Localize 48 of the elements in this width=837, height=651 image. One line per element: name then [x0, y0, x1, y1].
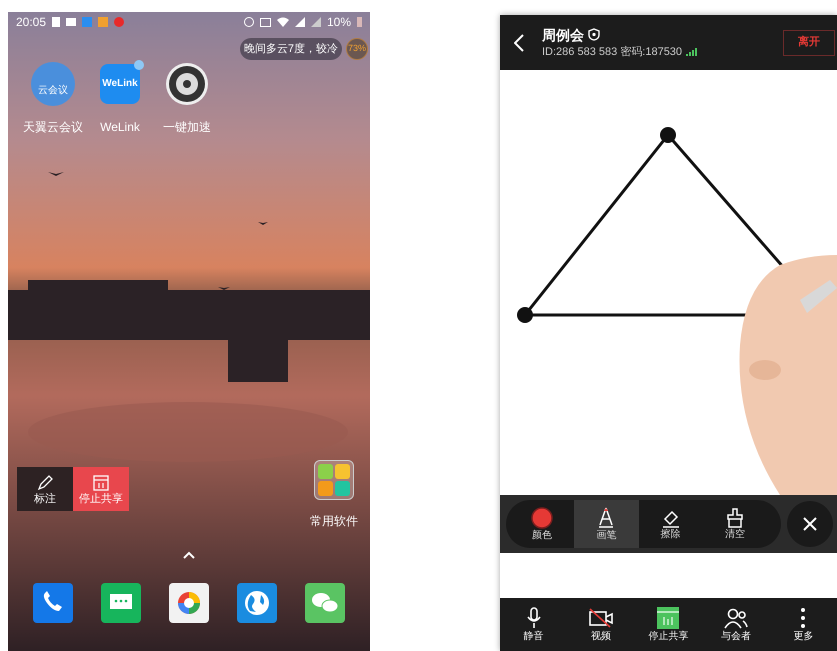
leave-button[interactable]: 离开 — [783, 30, 835, 56]
folder-label[interactable]: 常用软件 — [310, 512, 358, 530]
tool-button[interactable]: 颜色 — [510, 500, 574, 548]
share-screen-icon[interactable] — [657, 607, 680, 629]
phone-icon[interactable] — [33, 583, 73, 623]
toolbar-label[interactable]: 视频 — [591, 632, 612, 642]
close-icon — [802, 516, 818, 532]
toolbar-label[interactable]: 静音 — [524, 632, 544, 642]
meeting-title: 周例会 — [542, 26, 584, 44]
signal-icon — [294, 17, 305, 27]
people-icon[interactable] — [724, 607, 748, 629]
notification-icon — [82, 17, 92, 27]
more-icon[interactable] — [800, 607, 806, 629]
notification-icon — [98, 17, 108, 27]
signal-icon — [686, 48, 698, 56]
broom-icon — [726, 508, 744, 528]
signal-icon — [310, 17, 321, 27]
icon-label: WeLink — [102, 79, 138, 89]
wifi-icon — [276, 17, 289, 27]
message-icon[interactable] — [101, 583, 141, 623]
icon-label: 云会议 — [38, 86, 68, 96]
pencil-icon — [36, 474, 54, 492]
annotate-button[interactable]: 标注 — [17, 467, 73, 511]
back-icon[interactable] — [514, 34, 524, 52]
fan-icon[interactable] — [165, 62, 209, 106]
close-button[interactable] — [787, 501, 833, 547]
shield-icon — [588, 28, 600, 41]
chevron-up-icon[interactable] — [183, 551, 195, 559]
tool-button[interactable]: 画笔 — [574, 500, 638, 548]
battery-icon — [357, 17, 362, 27]
board-icon — [92, 474, 110, 492]
tool-button[interactable]: 擦除 — [638, 500, 703, 548]
eraser-icon — [660, 508, 681, 528]
tool-button[interactable]: 清空 — [702, 500, 767, 548]
toolbar-label[interactable]: 停止共享 — [648, 632, 688, 642]
color-dot-icon — [531, 507, 554, 529]
pen-icon — [597, 507, 616, 529]
video-off-icon[interactable] — [588, 608, 614, 628]
meeting-id: ID:286 583 583 密码:187530 — [542, 44, 682, 60]
battery-level: 10% — [326, 14, 351, 31]
toolbar-label[interactable]: 与会者 — [720, 632, 751, 642]
toolbar-label[interactable]: 更多 — [793, 632, 814, 642]
clock: 20:05 — [16, 14, 46, 31]
weather-widget[interactable]: 晚间多云7度，较冷 — [240, 38, 342, 60]
stop-sharing-button[interactable]: 停止共享 — [73, 467, 129, 511]
globe-icon[interactable] — [237, 583, 277, 623]
camera-icon[interactable] — [169, 583, 209, 623]
microphone-icon[interactable] — [526, 607, 542, 629]
